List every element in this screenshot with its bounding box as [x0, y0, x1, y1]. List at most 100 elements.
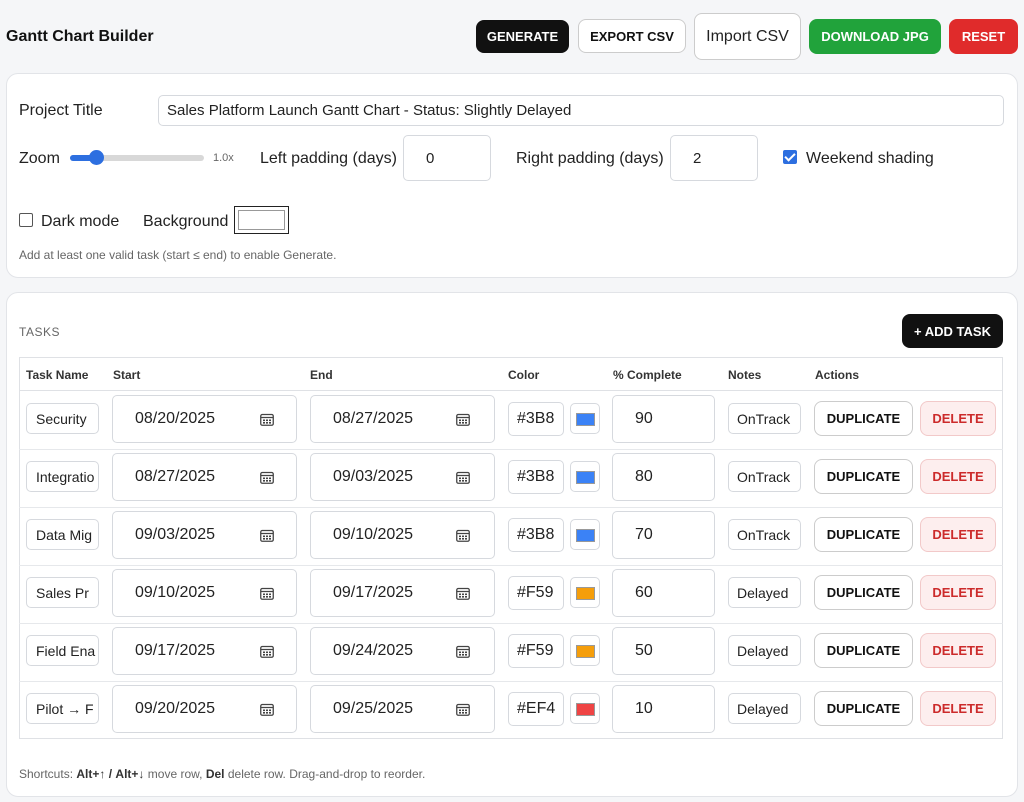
percent-complete-input[interactable]: 90 — [612, 395, 715, 443]
calendar-icon[interactable] — [456, 645, 470, 658]
right-padding-label: Right padding (days) — [516, 150, 664, 167]
row-divider — [19, 565, 1003, 566]
notes-input[interactable]: Delayed — [728, 577, 801, 608]
calendar-icon[interactable] — [456, 587, 470, 600]
right-padding-input[interactable]: 2 — [670, 135, 758, 181]
dark-mode-checkbox[interactable] — [19, 213, 33, 227]
task-name-input[interactable]: Sales Pr — [26, 577, 99, 608]
calendar-icon[interactable] — [456, 413, 470, 426]
left-padding-input[interactable]: 0 — [403, 135, 491, 181]
download-jpg-button[interactable]: DOWNLOAD JPG — [809, 19, 941, 54]
duplicate-button[interactable]: DUPLICATE — [814, 633, 913, 668]
color-picker-button[interactable] — [570, 577, 600, 608]
calendar-icon[interactable] — [260, 413, 274, 426]
column-header-start: Start — [113, 368, 141, 382]
color-hex-input[interactable]: #3B8 — [508, 518, 564, 552]
color-hex-input[interactable]: #3B8 — [508, 460, 564, 494]
delete-button[interactable]: DELETE — [920, 633, 996, 668]
task-name-input[interactable]: Data Mig — [26, 519, 99, 550]
zoom-slider-thumb[interactable] — [89, 150, 105, 165]
calendar-icon[interactable] — [456, 529, 470, 542]
reset-button[interactable]: RESET — [949, 19, 1018, 54]
color-picker-button[interactable] — [570, 693, 600, 724]
calendar-icon[interactable] — [456, 471, 470, 484]
start-date-input[interactable]: 08/27/2025 — [112, 453, 297, 501]
import-csv-button[interactable]: Import CSV — [694, 13, 801, 60]
color-hex-input[interactable]: #3B8 — [508, 402, 564, 436]
notes-input[interactable]: OnTrack — [728, 519, 801, 550]
notes-input[interactable]: OnTrack — [728, 461, 801, 492]
start-date-input[interactable]: 09/17/2025 — [112, 627, 297, 675]
duplicate-button[interactable]: DUPLICATE — [814, 459, 913, 494]
notes-input[interactable]: Delayed — [728, 635, 801, 666]
column-header-notes: Notes — [728, 368, 762, 382]
background-color-swatch — [238, 210, 285, 230]
end-date-input[interactable]: 08/27/2025 — [310, 395, 495, 443]
start-date-value: 09/17/2025 — [135, 642, 216, 659]
percent-complete-input[interactable]: 80 — [612, 453, 715, 501]
calendar-icon[interactable] — [260, 529, 274, 542]
start-date-value: 09/03/2025 — [135, 526, 216, 543]
zoom-label: Zoom — [19, 150, 60, 167]
calendar-icon[interactable] — [260, 587, 274, 600]
end-date-input[interactable]: 09/10/2025 — [310, 511, 495, 559]
color-picker-button[interactable] — [570, 461, 600, 492]
task-name-input[interactable]: Field Ena — [26, 635, 99, 666]
column-header-actions: Actions — [815, 368, 860, 382]
generate-button[interactable]: GENERATE — [476, 20, 569, 53]
start-date-input[interactable]: 09/20/2025 — [112, 685, 297, 733]
background-color-picker[interactable] — [234, 206, 289, 234]
generate-hint: Add at least one valid task (start ≤ end… — [19, 248, 337, 262]
duplicate-button[interactable]: DUPLICATE — [814, 691, 913, 726]
app-title: Gantt Chart Builder — [6, 28, 154, 45]
end-date-input[interactable]: 09/03/2025 — [310, 453, 495, 501]
notes-input[interactable]: OnTrack — [728, 403, 801, 434]
calendar-icon[interactable] — [456, 703, 470, 716]
color-hex-input[interactable]: #EF4 — [508, 692, 564, 726]
shortcuts-prefix: Shortcuts: — [19, 767, 74, 781]
notes-input[interactable]: Delayed — [728, 693, 801, 724]
task-name-input[interactable]: Pilot → F — [26, 693, 99, 724]
export-csv-button[interactable]: EXPORT CSV — [578, 19, 686, 53]
end-date-input[interactable]: 09/25/2025 — [310, 685, 495, 733]
color-picker-button[interactable] — [570, 635, 600, 666]
percent-complete-input[interactable]: 10 — [612, 685, 715, 733]
percent-complete-input[interactable]: 70 — [612, 511, 715, 559]
color-hex-input[interactable]: #F59 — [508, 576, 564, 610]
percent-complete-input[interactable]: 60 — [612, 569, 715, 617]
calendar-icon[interactable] — [260, 471, 274, 484]
end-date-input[interactable]: 09/24/2025 — [310, 627, 495, 675]
color-picker-button[interactable] — [570, 403, 600, 434]
end-date-input[interactable]: 09/17/2025 — [310, 569, 495, 617]
start-date-input[interactable]: 08/20/2025 — [112, 395, 297, 443]
delete-button[interactable]: DELETE — [920, 575, 996, 610]
start-date-input[interactable]: 09/10/2025 — [112, 569, 297, 617]
duplicate-button[interactable]: DUPLICATE — [814, 517, 913, 552]
weekend-shading-label: Weekend shading — [806, 150, 934, 167]
duplicate-button[interactable]: DUPLICATE — [814, 401, 913, 436]
calendar-icon[interactable] — [260, 703, 274, 716]
start-date-value: 09/10/2025 — [135, 584, 216, 601]
percent-complete-input[interactable]: 50 — [612, 627, 715, 675]
delete-button[interactable]: DELETE — [920, 459, 996, 494]
task-name-input[interactable]: Security — [26, 403, 99, 434]
start-date-input[interactable]: 09/03/2025 — [112, 511, 297, 559]
column-header-color: Color — [508, 368, 540, 382]
column-header-end: End — [310, 368, 333, 382]
calendar-icon[interactable] — [260, 645, 274, 658]
color-swatch — [576, 413, 595, 426]
weekend-shading-checkbox[interactable] — [783, 150, 797, 164]
end-date-value: 09/24/2025 — [333, 642, 414, 659]
delete-button[interactable]: DELETE — [920, 691, 996, 726]
duplicate-button[interactable]: DUPLICATE — [814, 575, 913, 610]
delete-button[interactable]: DELETE — [920, 401, 996, 436]
zoom-slider[interactable] — [70, 150, 204, 165]
color-picker-button[interactable] — [570, 519, 600, 550]
end-date-value: 09/25/2025 — [333, 700, 414, 717]
row-divider — [19, 507, 1003, 508]
project-title-input[interactable]: Sales Platform Launch Gantt Chart - Stat… — [158, 95, 1004, 126]
task-name-input[interactable]: Integratio — [26, 461, 99, 492]
color-hex-input[interactable]: #F59 — [508, 634, 564, 668]
add-task-button[interactable]: + ADD TASK — [902, 314, 1003, 348]
delete-button[interactable]: DELETE — [920, 517, 996, 552]
